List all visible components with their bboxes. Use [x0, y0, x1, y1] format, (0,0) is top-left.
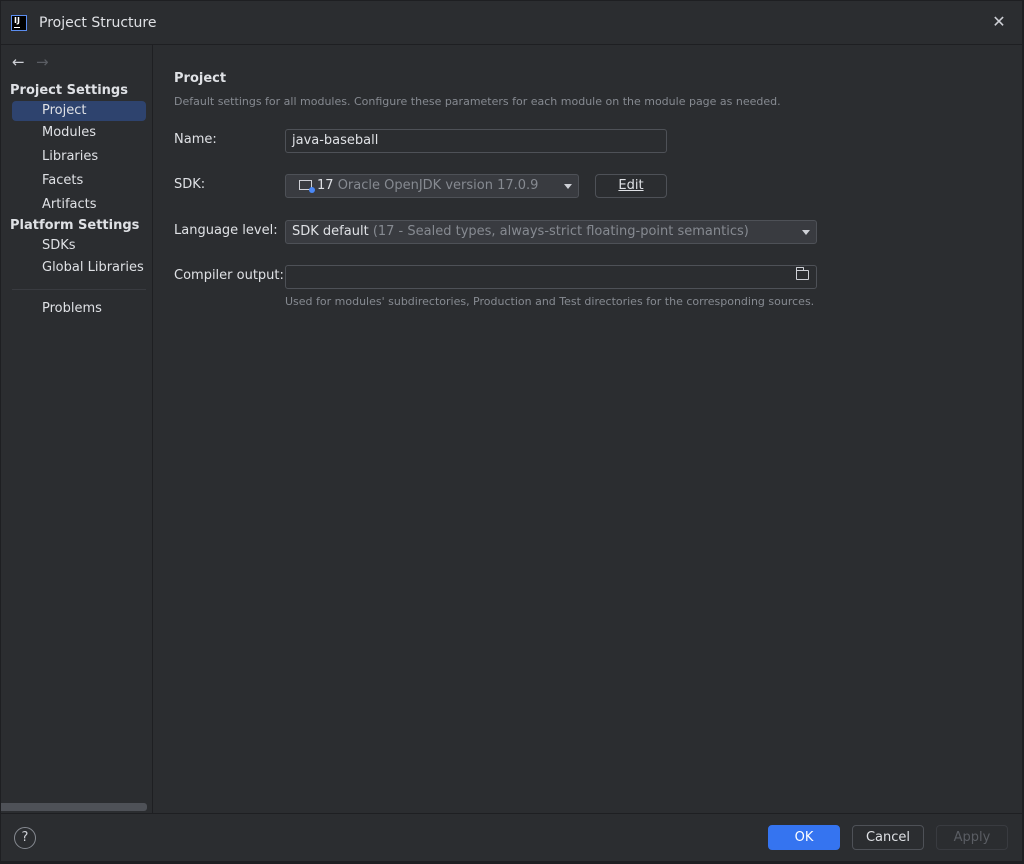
- section-title: Project: [174, 71, 227, 86]
- sidebar-item-project[interactable]: Project: [12, 101, 146, 121]
- sidebar-divider: [12, 289, 146, 290]
- edit-button[interactable]: Edit: [595, 174, 667, 198]
- sidebar-item-problems[interactable]: Problems: [12, 299, 146, 319]
- sidebar-item-artifacts[interactable]: Artifacts: [12, 195, 146, 215]
- title-bar: IJ Project Structure ✕: [1, 1, 1022, 45]
- project-structure-dialog: IJ Project Structure ✕ ← → Project Settin…: [0, 0, 1023, 862]
- ok-button[interactable]: OK: [768, 825, 840, 850]
- language-level-detail: (17 - Sealed types, always-strict floati…: [372, 224, 749, 239]
- sdk-version: 17: [317, 178, 334, 193]
- language-level-value: SDK default: [292, 224, 369, 239]
- window-title: Project Structure: [39, 15, 157, 31]
- sidebar-item-facets[interactable]: Facets: [12, 171, 146, 191]
- cancel-button[interactable]: Cancel: [852, 825, 924, 850]
- close-icon[interactable]: ✕: [990, 13, 1008, 31]
- help-icon[interactable]: ?: [14, 827, 36, 849]
- back-arrow-icon[interactable]: ←: [12, 53, 30, 71]
- sidebar-item-sdks[interactable]: SDKs: [12, 236, 146, 256]
- sidebar-item-global-libraries[interactable]: Global Libraries: [12, 258, 146, 278]
- apply-button[interactable]: Apply: [936, 825, 1008, 850]
- forward-arrow-icon[interactable]: →: [36, 53, 54, 71]
- compiler-output-hint: Used for modules' subdirectories, Produc…: [285, 295, 815, 308]
- name-field[interactable]: java-baseball: [285, 129, 667, 153]
- language-level-dropdown[interactable]: SDK default (17 - Sealed types, always-s…: [285, 220, 817, 244]
- sdk-name: Oracle OpenJDK version 17.0.9: [337, 178, 539, 193]
- dialog-footer: ? OK Cancel Apply: [1, 813, 1022, 861]
- edit-button-label: Edit: [618, 178, 644, 193]
- chevron-down-icon: [802, 230, 810, 235]
- sdk-label: SDK:: [174, 177, 206, 192]
- language-level-label: Language level:: [174, 223, 278, 238]
- chevron-down-icon: [564, 184, 572, 189]
- section-description: Default settings for all modules. Config…: [174, 95, 781, 108]
- sdk-dropdown[interactable]: 17 Oracle OpenJDK version 17.0.9: [285, 174, 579, 198]
- sidebar-item-libraries[interactable]: Libraries: [12, 147, 146, 167]
- sidebar: ← → Project Settings Project Modules Libr…: [1, 45, 153, 813]
- sdk-folder-icon: [299, 180, 315, 193]
- name-label: Name:: [174, 132, 217, 147]
- sidebar-horizontal-scrollbar[interactable]: [1, 803, 147, 811]
- intellij-logo-icon: IJ: [11, 15, 27, 31]
- main-panel: Project Default settings for all modules…: [153, 45, 1022, 813]
- compiler-output-field[interactable]: [285, 265, 817, 289]
- browse-folder-icon[interactable]: [796, 267, 809, 280]
- compiler-output-label: Compiler output:: [174, 268, 284, 283]
- project-settings-header: Project Settings: [10, 83, 128, 98]
- sidebar-item-modules[interactable]: Modules: [12, 123, 146, 143]
- platform-settings-header: Platform Settings: [10, 218, 140, 233]
- nav-arrows: ← →: [12, 53, 54, 71]
